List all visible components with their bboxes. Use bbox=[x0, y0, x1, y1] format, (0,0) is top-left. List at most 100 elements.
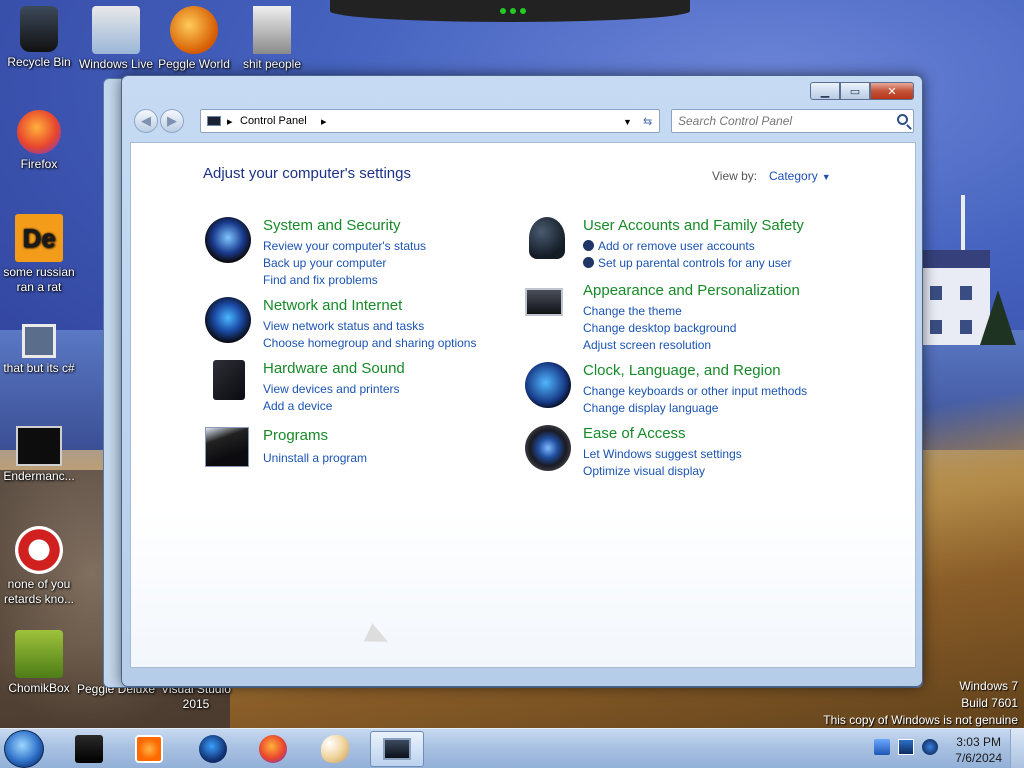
refresh-icon[interactable]: ⇆ bbox=[643, 115, 652, 128]
address-dropdown-icon[interactable]: ▼ bbox=[623, 117, 632, 127]
clock-date: 7/6/2024 bbox=[955, 751, 1002, 765]
address-bar[interactable]: ▸ Control Panel ▸ ▼ ⇆ bbox=[200, 109, 660, 133]
breadcrumb-control-panel[interactable]: Control Panel bbox=[240, 115, 307, 127]
taskbar-item-control-panel[interactable] bbox=[370, 731, 424, 767]
category-title[interactable]: Programs bbox=[263, 427, 328, 444]
category-title[interactable]: Appearance and Personalization bbox=[583, 282, 800, 299]
category-link[interactable]: Let Windows suggest settings bbox=[583, 446, 742, 463]
notification-area bbox=[874, 739, 938, 755]
desktop-icon-label: some russian ran a rat bbox=[3, 265, 75, 294]
category-link[interactable]: Add or remove user accounts bbox=[583, 238, 791, 255]
category-link[interactable]: Find and fix problems bbox=[263, 272, 426, 289]
maximize-button[interactable]: ▭ bbox=[840, 82, 870, 100]
breadcrumb-chevron-icon[interactable]: ▸ bbox=[321, 115, 327, 128]
appearance-icon[interactable] bbox=[525, 288, 563, 316]
network-tray-icon[interactable] bbox=[898, 739, 914, 755]
start-button[interactable] bbox=[4, 730, 44, 768]
taskbar-item-firefox[interactable] bbox=[246, 731, 300, 767]
desktop-icon-label: Peggle World bbox=[158, 57, 230, 71]
system-clock[interactable]: 3:03 PM 7/6/2024 bbox=[955, 734, 1002, 766]
category-link[interactable]: Optimize visual display bbox=[583, 463, 742, 480]
user-accounts-icon[interactable] bbox=[529, 217, 565, 259]
category-title[interactable]: System and Security bbox=[263, 217, 401, 234]
programs-icon[interactable] bbox=[205, 427, 249, 467]
category-link[interactable]: Add a device bbox=[263, 398, 400, 415]
ease-of-access-icon[interactable] bbox=[525, 425, 571, 471]
system-security-icon[interactable] bbox=[205, 217, 251, 263]
navigation-bar: ◀ ▶ ▸ Control Panel ▸ ▼ ⇆ bbox=[130, 106, 916, 136]
wallpaper-tree bbox=[980, 290, 1016, 345]
back-button[interactable]: ◀ bbox=[134, 109, 158, 133]
shield-icon bbox=[583, 240, 594, 251]
category-link[interactable]: Change keyboards or other input methods bbox=[583, 383, 807, 400]
desktop-icon-chomikbox[interactable]: ChomikBox bbox=[1, 630, 77, 696]
category-title[interactable]: Ease of Access bbox=[583, 425, 686, 442]
category-link[interactable]: View network status and tasks bbox=[263, 318, 476, 335]
desktop-icon-label: none of you retards kno... bbox=[3, 577, 75, 606]
taskbar-item-media-player[interactable] bbox=[122, 731, 176, 767]
desktop-icon-label: that but its c# bbox=[3, 361, 75, 375]
taskbar-item-paint[interactable] bbox=[308, 731, 362, 767]
hardware-icon[interactable] bbox=[213, 360, 245, 400]
search-icon[interactable] bbox=[897, 114, 908, 125]
category-link[interactable]: Choose homegroup and sharing options bbox=[263, 335, 476, 352]
category-link[interactable]: Change display language bbox=[583, 400, 807, 417]
desktop-icon-recycle-bin[interactable]: Recycle Bin bbox=[1, 6, 77, 70]
category-link[interactable]: View devices and printers bbox=[263, 381, 400, 398]
desktop-icon-csharp[interactable]: that but its c# bbox=[1, 318, 77, 376]
content-pane: Adjust your computer's settings View by:… bbox=[130, 142, 916, 668]
desktop-icon-folder[interactable]: shit people bbox=[234, 6, 310, 72]
desktop-icon-label: shit people bbox=[242, 57, 302, 71]
clock-icon[interactable] bbox=[525, 362, 571, 408]
globe-icon bbox=[199, 735, 227, 763]
firefox-icon bbox=[259, 735, 287, 763]
volume-tray-icon[interactable] bbox=[922, 739, 938, 755]
desktop-icon-label: ChomikBox bbox=[8, 681, 70, 695]
category-link[interactable]: Change the theme bbox=[583, 303, 736, 320]
desktop-gadget-bar bbox=[330, 0, 690, 22]
clock-time: 3:03 PM bbox=[956, 735, 1001, 749]
desktop-icon-rat[interactable]: De some russian ran a rat bbox=[1, 214, 77, 295]
category-link[interactable]: Back up your computer bbox=[263, 255, 426, 272]
close-button[interactable]: ✕ bbox=[870, 82, 914, 100]
desktop-icon-red-app[interactable]: none of you retards kno... bbox=[1, 526, 77, 607]
desktop-icon-firefox[interactable]: Firefox bbox=[1, 110, 77, 172]
forward-button[interactable]: ▶ bbox=[160, 109, 184, 133]
control-panel-icon bbox=[383, 738, 411, 760]
peggle-icon bbox=[170, 6, 218, 54]
minimize-button[interactable]: ▁ bbox=[810, 82, 840, 100]
category-title[interactable]: Network and Internet bbox=[263, 297, 402, 314]
firefox-icon bbox=[17, 110, 61, 154]
search-input[interactable] bbox=[678, 113, 888, 129]
view-by-value: Category bbox=[769, 169, 818, 183]
desktop-icon-label: Firefox bbox=[20, 157, 58, 171]
media-player-icon bbox=[135, 735, 163, 763]
desktop-icon-windows-live[interactable]: Windows Live bbox=[78, 6, 154, 72]
desktop-icon-endermanch[interactable]: Endermanc... bbox=[1, 422, 77, 484]
page-title: Adjust your computer's settings bbox=[203, 165, 411, 182]
network-icon[interactable] bbox=[205, 297, 251, 343]
taskbar-item-terminal[interactable] bbox=[62, 731, 116, 767]
breadcrumb-separator-icon[interactable]: ▸ bbox=[227, 115, 233, 128]
category-link[interactable]: Change desktop background bbox=[583, 320, 736, 337]
desktop-icon-label: Recycle Bin bbox=[7, 55, 71, 69]
caption-buttons: ▁ ▭ ✕ bbox=[810, 82, 914, 100]
view-by-label: View by: bbox=[712, 169, 758, 183]
category-title[interactable]: User Accounts and Family Safety bbox=[583, 217, 804, 234]
folder-icon bbox=[253, 6, 291, 54]
category-title[interactable]: Clock, Language, and Region bbox=[583, 362, 781, 379]
desktop-icon-peggle-world[interactable]: Peggle World bbox=[156, 6, 232, 72]
category-link[interactable]: Adjust screen resolution bbox=[583, 337, 736, 354]
category-link[interactable]: Set up parental controls for any user bbox=[583, 255, 791, 272]
tray-app-icon[interactable] bbox=[874, 739, 890, 755]
control-panel-window: ▁ ▭ ✕ ◀ ▶ ▸ Control Panel ▸ ▼ ⇆ Adjust y… bbox=[121, 75, 923, 687]
category-link[interactable]: Review your computer's status bbox=[263, 238, 426, 255]
search-box[interactable] bbox=[671, 109, 914, 133]
chevron-down-icon: ▼ bbox=[821, 172, 831, 182]
show-desktop-button[interactable] bbox=[1010, 729, 1024, 768]
category-title[interactable]: Hardware and Sound bbox=[263, 360, 405, 377]
view-by-dropdown[interactable]: Category ▼ bbox=[769, 169, 831, 183]
taskbar-item-globe[interactable] bbox=[186, 731, 240, 767]
windows-live-icon bbox=[92, 6, 140, 54]
category-link[interactable]: Uninstall a program bbox=[263, 450, 367, 467]
